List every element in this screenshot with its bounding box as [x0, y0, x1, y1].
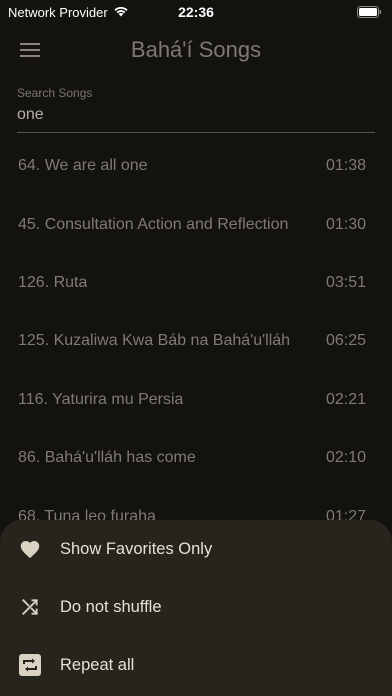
repeat-option[interactable]: Repeat all [0, 636, 392, 694]
show-favorites-only-label: Show Favorites Only [60, 539, 213, 558]
status-left: Network Provider [8, 5, 129, 20]
song-title: 126. Ruta [18, 273, 88, 291]
song-duration: 01:30 [325, 215, 366, 233]
shuffle-label: Do not shuffle [60, 597, 162, 616]
carrier-name: Network Provider [8, 4, 108, 20]
song-row[interactable]: 126. Ruta 03:51 [0, 254, 392, 312]
battery-icon [357, 6, 382, 18]
heart-icon [18, 537, 42, 561]
shuffle-option[interactable]: Do not shuffle [0, 578, 392, 636]
song-title: 116. Yaturira mu Persia [18, 390, 184, 408]
search-field: Search Songs [17, 86, 375, 133]
app-bar: Bahá'í Songs [0, 24, 392, 76]
search-input[interactable] [17, 100, 375, 133]
app-title: Bahá'í Songs [130, 37, 262, 62]
song-row[interactable]: 45. Consultation Action and Reflection 0… [0, 195, 392, 253]
shuffle-off-icon [18, 595, 42, 619]
song-row[interactable]: 125. Kuzaliwa Kwa Báb na Bahá'u'lláh 06:… [0, 312, 392, 370]
song-duration: 02:10 [325, 449, 366, 467]
song-duration: 01:38 [325, 157, 366, 175]
search-label: Search Songs [17, 86, 93, 100]
status-bar: Network Provider 22:36 [0, 0, 392, 24]
song-list: 64. We are all one 01:38 45. Consultatio… [0, 137, 392, 546]
wifi-icon [113, 5, 129, 20]
song-row[interactable]: 86. Bahá'u'lláh has come 02:10 [0, 429, 392, 487]
song-duration: 06:25 [325, 332, 366, 350]
repeat-icon [18, 653, 42, 677]
playback-options-sheet: Show Favorites Only Do not shuffle Repea… [0, 520, 392, 696]
repeat-label: Repeat all [60, 655, 135, 674]
song-title: 86. Bahá'u'lláh has come [18, 449, 196, 467]
song-title: 45. Consultation Action and Reflection [18, 215, 289, 233]
song-duration: 03:51 [325, 273, 366, 291]
hamburger-menu-icon[interactable] [18, 39, 42, 61]
song-duration: 02:21 [325, 390, 366, 408]
song-title: 125. Kuzaliwa Kwa Báb na Bahá'u'lláh [18, 332, 291, 350]
song-title: 64. We are all one [18, 157, 148, 175]
song-row[interactable]: 64. We are all one 01:38 [0, 137, 392, 195]
show-favorites-only-option[interactable]: Show Favorites Only [0, 520, 392, 578]
song-row[interactable]: 116. Yaturira mu Persia 02:21 [0, 371, 392, 429]
